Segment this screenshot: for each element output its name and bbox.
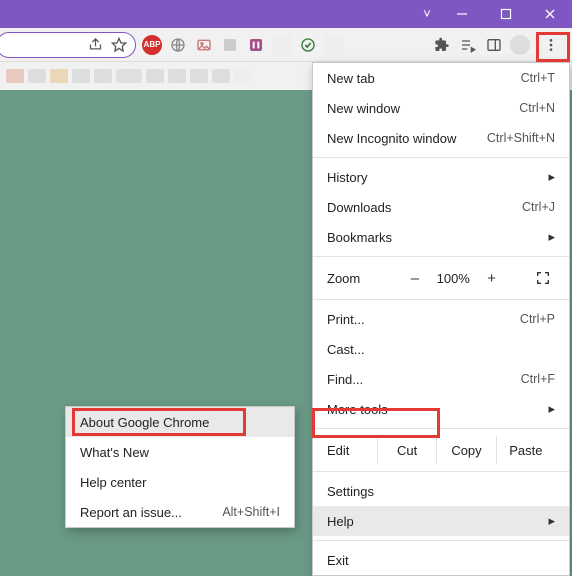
menu-item-more-tools[interactable]: More tools▸: [313, 394, 569, 424]
menu-item-bookmarks[interactable]: Bookmarks▸: [313, 222, 569, 252]
menu-separator: [313, 157, 569, 158]
window-close-button[interactable]: [528, 0, 572, 28]
menu-item-edit: Edit Cut Copy Paste: [313, 433, 569, 467]
extension-blank2-icon[interactable]: [324, 35, 344, 55]
menu-separator: [313, 299, 569, 300]
bookmark-item[interactable]: [168, 69, 186, 83]
menu-separator: [313, 540, 569, 541]
chevron-right-icon: ▸: [548, 513, 555, 529]
bookmark-item[interactable]: [50, 69, 68, 83]
zoom-out-button[interactable]: –: [403, 266, 427, 290]
menu-item-find[interactable]: Find...Ctrl+F: [313, 364, 569, 394]
chevron-right-icon: ▸: [548, 169, 555, 185]
side-panel-icon[interactable]: [484, 35, 504, 55]
cut-button[interactable]: Cut: [377, 436, 436, 464]
copy-button[interactable]: Copy: [436, 436, 495, 464]
menu-item-settings[interactable]: Settings: [313, 476, 569, 506]
submenu-item-report-issue[interactable]: Report an issue...Alt+Shift+I: [66, 497, 294, 527]
menu-separator: [313, 471, 569, 472]
menu-item-history[interactable]: History▸: [313, 162, 569, 192]
zoom-in-button[interactable]: +: [480, 266, 504, 290]
share-icon[interactable]: [88, 37, 103, 52]
media-playlist-icon[interactable]: [458, 35, 478, 55]
menu-item-new-tab[interactable]: New tabCtrl+T: [313, 63, 569, 93]
submenu-item-help-center[interactable]: Help center: [66, 467, 294, 497]
tab-search-button[interactable]: ˅: [414, 0, 440, 28]
menu-item-cast[interactable]: Cast...: [313, 334, 569, 364]
menu-item-zoom: Zoom – 100% +: [313, 261, 569, 295]
submenu-item-about-chrome[interactable]: About Google Chrome: [66, 407, 294, 437]
paste-button[interactable]: Paste: [496, 436, 555, 464]
zoom-value: 100%: [435, 271, 472, 286]
bookmark-star-icon[interactable]: [111, 37, 127, 53]
bookmark-item[interactable]: [6, 69, 24, 83]
bookmark-item[interactable]: [72, 69, 90, 83]
menu-item-downloads[interactable]: DownloadsCtrl+J: [313, 192, 569, 222]
chevron-right-icon: ▸: [548, 229, 555, 245]
browser-toolbar: ABP: [0, 28, 572, 62]
menu-item-exit[interactable]: Exit: [313, 545, 569, 575]
bookmark-item[interactable]: [234, 69, 252, 83]
bookmark-item[interactable]: [94, 69, 112, 83]
extensions-puzzle-icon[interactable]: [432, 35, 452, 55]
menu-separator: [313, 428, 569, 429]
omnibox[interactable]: [0, 32, 136, 58]
menu-item-new-window[interactable]: New windowCtrl+N: [313, 93, 569, 123]
help-submenu: About Google Chrome What's New Help cent…: [65, 406, 295, 528]
extension-abp-icon[interactable]: ABP: [142, 35, 162, 55]
profile-avatar-icon[interactable]: [510, 35, 530, 55]
window-titlebar: ˅: [0, 0, 572, 28]
extension-image-icon[interactable]: [194, 35, 214, 55]
fullscreen-button[interactable]: [531, 266, 555, 290]
menu-separator: [313, 256, 569, 257]
extension-globe-icon[interactable]: [168, 35, 188, 55]
zoom-label: Zoom: [327, 271, 387, 286]
bookmark-item[interactable]: [28, 69, 46, 83]
chrome-main-menu: New tabCtrl+T New windowCtrl+N New Incog…: [312, 62, 570, 576]
extension-user-icon[interactable]: [220, 35, 240, 55]
bookmark-item[interactable]: [146, 69, 164, 83]
bookmark-item[interactable]: [190, 69, 208, 83]
chevron-right-icon: ▸: [548, 401, 555, 417]
menu-item-print[interactable]: Print...Ctrl+P: [313, 304, 569, 334]
menu-item-new-incognito[interactable]: New Incognito windowCtrl+Shift+N: [313, 123, 569, 153]
bookmark-item[interactable]: [116, 69, 142, 83]
window-maximize-button[interactable]: [484, 0, 528, 28]
edit-label: Edit: [327, 443, 377, 458]
submenu-item-whats-new[interactable]: What's New: [66, 437, 294, 467]
window-minimize-button[interactable]: [440, 0, 484, 28]
menu-item-help[interactable]: Help▸: [313, 506, 569, 536]
chrome-menu-button[interactable]: [536, 31, 566, 59]
bookmark-item[interactable]: [212, 69, 230, 83]
extension-blank-icon[interactable]: [272, 35, 292, 55]
extension-check-icon[interactable]: [298, 35, 318, 55]
extension-grid-icon[interactable]: [246, 35, 266, 55]
